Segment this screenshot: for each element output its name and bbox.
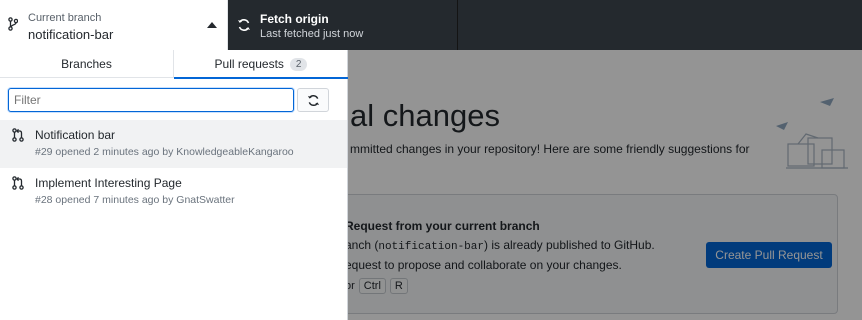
toolbar: Current branch notification-bar Fetch or… (0, 0, 862, 50)
tab-pull-requests-label: Pull requests (214, 57, 284, 71)
branch-foldout: Branches Pull requests 2 Notification ba (0, 50, 348, 320)
dim-overlay[interactable] (348, 50, 862, 320)
git-pull-request-icon (12, 176, 24, 190)
pull-request-subtitle: #28 opened 7 minutes ago by GnatSwatter (35, 194, 235, 206)
pull-request-item[interactable]: Notification bar #29 opened 2 minutes ag… (0, 120, 347, 168)
current-branch-label: Current branch (28, 12, 102, 24)
tab-branches-label: Branches (61, 57, 112, 71)
tab-branches[interactable]: Branches (0, 50, 174, 78)
git-pull-request-icon (12, 128, 24, 142)
pull-request-count-badge: 2 (289, 57, 308, 71)
filter-input[interactable] (8, 88, 294, 112)
foldout-tabs: Branches Pull requests 2 (0, 50, 348, 79)
fetch-origin-title: Fetch origin (260, 12, 329, 26)
pull-request-title: Implement Interesting Page (35, 176, 182, 190)
pull-request-subtitle: #29 opened 2 minutes ago by Knowledgeabl… (35, 146, 294, 158)
fetch-origin-subtitle: Last fetched just now (260, 28, 364, 40)
git-branch-icon (8, 17, 18, 31)
tab-pull-requests[interactable]: Pull requests 2 (174, 50, 348, 79)
refresh-pull-requests-button[interactable] (297, 88, 329, 112)
sync-icon (307, 94, 319, 106)
sync-icon (238, 19, 250, 31)
fetch-origin-button[interactable]: Fetch origin Last fetched just now (228, 0, 458, 50)
pull-request-list: Notification bar #29 opened 2 minutes ag… (0, 120, 347, 216)
current-branch-button[interactable]: Current branch notification-bar (0, 0, 228, 50)
pull-request-title: Notification bar (35, 128, 116, 142)
current-branch-name: notification-bar (28, 27, 114, 42)
caret-up-icon (207, 22, 217, 28)
pull-request-item[interactable]: Implement Interesting Page #28 opened 7 … (0, 168, 347, 216)
